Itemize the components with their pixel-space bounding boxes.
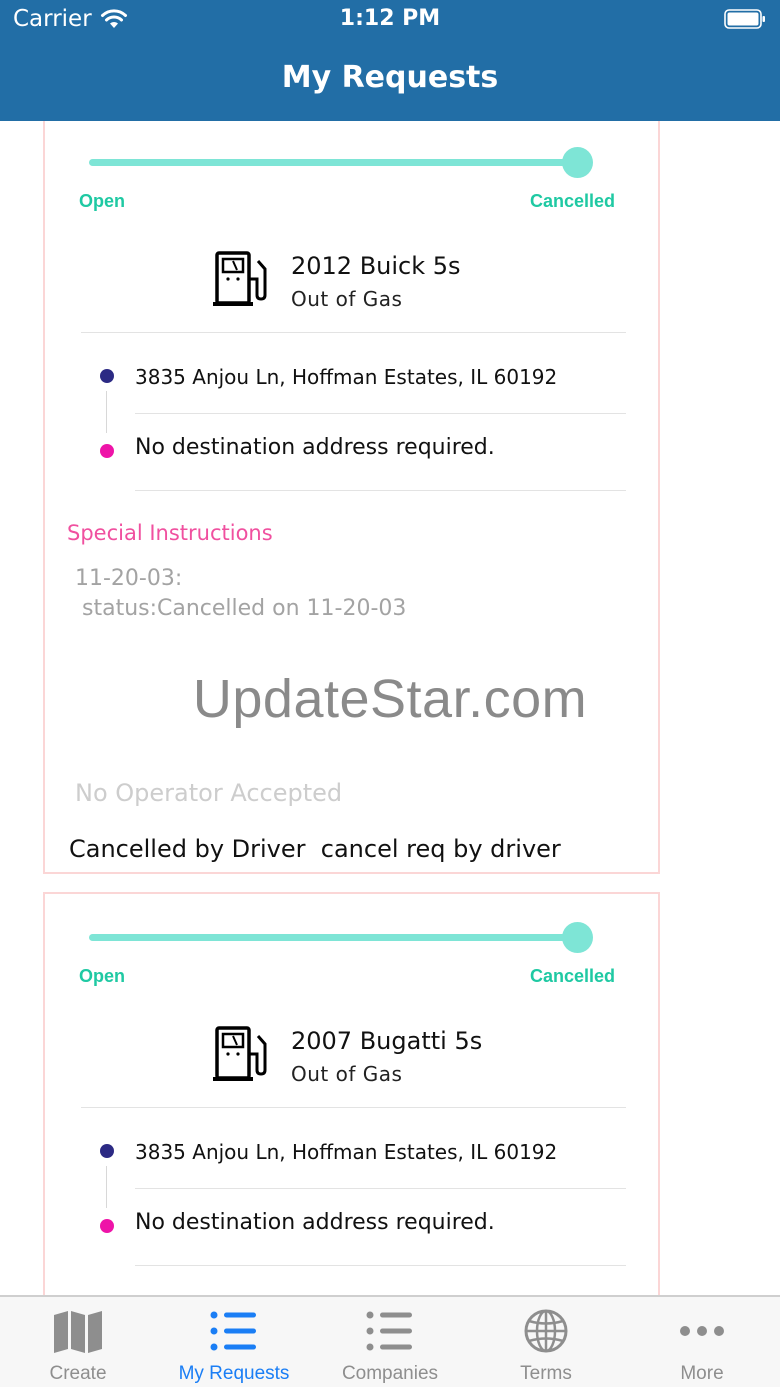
divider xyxy=(81,1107,626,1108)
list-icon xyxy=(366,1311,412,1351)
tab-companies[interactable]: Companies xyxy=(312,1297,468,1389)
destination-dot-icon xyxy=(100,444,114,458)
status-progress-knob xyxy=(562,922,593,953)
cancellation-note: Cancelled by Driver cancel req by driver xyxy=(69,835,561,863)
pickup-address: 3835 Anjou Ln, Hoffman Estates, IL 60192 xyxy=(135,1140,558,1164)
gas-pump-icon xyxy=(213,1026,267,1081)
gas-pump-icon xyxy=(213,251,267,306)
status-progress-knob xyxy=(562,147,593,178)
tab-terms[interactable]: Terms xyxy=(468,1297,624,1389)
route-connector xyxy=(106,1166,107,1208)
tab-my-requests-label: My Requests xyxy=(178,1363,290,1384)
more-icon xyxy=(680,1326,724,1336)
battery-icon xyxy=(724,9,765,29)
request-card[interactable]: Open Cancelled 2007 Bugatti 5s Out of Ga… xyxy=(43,892,660,1295)
navigation-header: Carrier 1:12 PM My Requests xyxy=(0,0,780,121)
request-card[interactable]: Open Cancelled 2012 Buick 5s Out of Gas … xyxy=(43,121,660,874)
list-icon xyxy=(210,1311,256,1351)
tab-terms-label: Terms xyxy=(520,1363,572,1384)
pickup-dot-icon xyxy=(100,1144,114,1158)
divider xyxy=(135,1265,626,1266)
watermark: UpdateStar.com xyxy=(192,669,588,729)
tab-create[interactable]: Create xyxy=(0,1297,156,1389)
vehicle-name: 2012 Buick 5s xyxy=(291,252,461,280)
special-instructions-label: Special Instructions xyxy=(67,521,273,545)
divider xyxy=(135,490,626,491)
vehicle-name: 2007 Bugatti 5s xyxy=(291,1027,483,1055)
divider xyxy=(81,332,626,333)
pickup-address: 3835 Anjou Ln, Hoffman Estates, IL 60192 xyxy=(135,365,558,389)
operator-status: No Operator Accepted xyxy=(75,779,343,807)
pickup-dot-icon xyxy=(100,369,114,383)
stage-cancelled-label: Cancelled xyxy=(529,191,615,211)
destination-address: No destination address required. xyxy=(135,1210,495,1235)
map-icon xyxy=(54,1311,102,1353)
tab-companies-label: Companies xyxy=(341,1363,439,1384)
tab-create-label: Create xyxy=(49,1363,107,1384)
page-title: My Requests xyxy=(281,60,499,95)
service-type: Out of Gas xyxy=(291,287,403,311)
status-progress-track xyxy=(89,934,575,941)
destination-address: No destination address required. xyxy=(135,435,495,460)
special-instructions-text: 11-20-03: status:Cancelled on 11-20-03 xyxy=(75,566,407,621)
clock: 1:12 PM xyxy=(339,6,441,31)
destination-dot-icon xyxy=(100,1219,114,1233)
stage-open-label: Open xyxy=(79,966,126,986)
tab-more[interactable]: More xyxy=(624,1297,780,1389)
route-connector xyxy=(106,391,107,433)
divider xyxy=(135,413,626,414)
tab-bar: Create My Requests Companies Terms More xyxy=(0,1295,780,1387)
stage-cancelled-label: Cancelled xyxy=(529,966,615,986)
service-type: Out of Gas xyxy=(291,1062,403,1086)
tab-my-requests[interactable]: My Requests xyxy=(156,1297,312,1389)
globe-icon xyxy=(524,1309,568,1353)
tab-more-label: More xyxy=(680,1363,724,1384)
stage-open-label: Open xyxy=(79,191,126,211)
status-bar: Carrier 1:12 PM xyxy=(0,0,780,40)
divider xyxy=(135,1188,626,1189)
status-progress-track xyxy=(89,159,575,166)
